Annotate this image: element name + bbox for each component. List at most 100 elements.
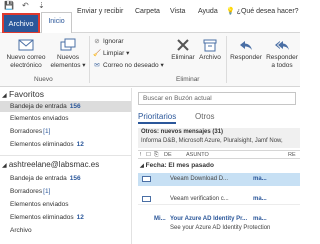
favorites-header[interactable]: ◢ Favoritos (2, 89, 44, 99)
group-label: Fecha: El mes pasado (145, 162, 214, 169)
folder-deleted[interactable]: Elementos eliminados 12 (10, 212, 130, 223)
folder-label: Archivo (10, 227, 32, 234)
folder-label: Borradores (10, 188, 43, 195)
clean-up-icon: 🧹 (93, 50, 102, 57)
divider (0, 155, 131, 156)
folder-favorites-inbox[interactable]: Bandeja de entrada 156 (0, 101, 131, 112)
folder-label: Elementos enviados (10, 201, 69, 208)
ribbon-separator (226, 36, 227, 83)
message-row[interactable]: Veeam Download D... ma... (138, 173, 300, 186)
envelope-icon (142, 176, 151, 182)
junk-icon: ✉ (94, 62, 100, 69)
message-row[interactable]: Mi... Your Azure AD Identity Pr... ma...… (138, 214, 300, 234)
new-items-button[interactable]: Nuevos elementos ▾ (50, 37, 86, 70)
tab-archivo[interactable]: Archivo (2, 13, 40, 34)
message-preview: See your Azure AD Identity Protection (170, 225, 271, 231)
new-items-label-1: Nuevos (56, 54, 80, 61)
reply-all-label-2: a todos (271, 62, 293, 69)
undo-icon[interactable]: ↶ (22, 1, 29, 10)
unread-count: 156 (69, 175, 81, 182)
folder-label: Bandeja de entrada (10, 175, 67, 182)
folder-sent[interactable]: Elementos enviados (10, 199, 130, 210)
icon-col-icon[interactable]: ☐ (146, 151, 151, 159)
message-received: ma... (253, 216, 267, 222)
group-label-nuevo: Nuevo (34, 76, 53, 83)
importance-col-icon[interactable]: ! (140, 151, 142, 159)
folder-archive[interactable]: Archivo (10, 225, 130, 236)
folder-inbox[interactable]: Bandeja de entrada 156 (10, 173, 130, 184)
reply-label: Responder (230, 54, 262, 61)
message-list-pane: Buscar en Buzón actual Prioritarios Otro… (133, 88, 300, 244)
lightbulb-icon: 💡 (226, 8, 235, 15)
save-icon[interactable]: 💾 (4, 1, 14, 10)
new-email-icon (18, 39, 34, 51)
tab-enviar-recibir[interactable]: Enviar y recibir (77, 5, 123, 19)
tab-vista[interactable]: Vista (170, 5, 185, 19)
date-group-header[interactable]: ◢ Fecha: El mes pasado (138, 161, 300, 171)
account-header[interactable]: ◢ ashtreelane@labsmac.es (2, 160, 99, 169)
draft-count: [1] (43, 188, 51, 195)
message-subject: Veeam Download D... (170, 176, 229, 182)
folder-favorites-drafts[interactable]: Borradores[1] (10, 126, 130, 137)
reply-all-icon (275, 41, 289, 50)
quick-access-more-icon[interactable]: ⇣ (38, 1, 45, 10)
unread-count: 156 (69, 103, 81, 110)
ribbon: Nuevo correo electrónico Nuevos elemento… (0, 33, 300, 87)
delete-label: Eliminar (171, 54, 195, 61)
junk-label: Correo no deseado ▾ (103, 62, 164, 69)
new-email-button[interactable]: Nuevo correo electrónico (4, 37, 48, 70)
column-from[interactable]: DE (164, 151, 172, 159)
tell-me-label: ¿Qué desea hacer? (236, 8, 299, 15)
new-items-label-2: elementos ▾ (50, 62, 86, 69)
tab-focused[interactable]: Prioritarios (138, 111, 177, 124)
tab-ayuda[interactable]: Ayuda (198, 5, 218, 19)
message-received: ma... (253, 196, 267, 202)
folder-drafts[interactable]: Borradores[1] (10, 186, 130, 197)
message-row[interactable]: Veeam verification c... ma... (138, 193, 300, 205)
folder-label: Elementos enviados (10, 115, 69, 122)
reply-all-button[interactable]: Responder a todos (264, 37, 300, 70)
search-input[interactable]: Buscar en Buzón actual (138, 92, 296, 105)
archive-button[interactable]: Archivo (196, 37, 224, 62)
favorites-label: Favoritos (9, 89, 44, 99)
attachment-col-icon[interactable]: ⎘ (154, 151, 158, 159)
collapse-chevron-icon: ◢ (2, 163, 7, 169)
new-email-label-1: Nuevo correo (6, 54, 46, 61)
clean-up-button[interactable]: 🧹 Limpiar ▾ (93, 49, 129, 59)
reply-icon (240, 41, 252, 50)
folder-pane: ◢ Favoritos Bandeja de entrada 156 Elemen… (0, 88, 132, 244)
column-received[interactable]: RE (288, 151, 296, 159)
unread-count: 12 (76, 141, 84, 148)
folder-label: Elementos eliminados (10, 214, 74, 221)
tab-inicio[interactable]: Inicio (41, 12, 72, 33)
column-subject[interactable]: ASUNTO (186, 151, 209, 159)
reply-button[interactable]: Responder (228, 37, 264, 62)
folder-favorites-sent[interactable]: Elementos enviados (10, 113, 130, 124)
delete-button[interactable]: Eliminar (168, 37, 198, 62)
draft-count: [1] (43, 128, 51, 135)
junk-button[interactable]: ✉ Correo no deseado ▾ (93, 61, 164, 71)
clean-up-label: Limpiar ▾ (103, 50, 130, 57)
folder-label: Bandeja de entrada (10, 103, 67, 110)
archive-icon (203, 39, 217, 52)
tell-me-search[interactable]: 💡 ¿Qué desea hacer? (226, 5, 299, 19)
banner-senders: Informa D&B, Microsoft Azure, Pluralsigh… (141, 138, 283, 144)
folder-label: Borradores (10, 128, 43, 135)
new-email-label-2: electrónico (10, 62, 42, 69)
new-items-icon (60, 38, 76, 51)
message-sender: Mi... (154, 216, 166, 222)
folder-favorites-deleted[interactable]: Elementos eliminados 12 (10, 139, 130, 150)
other-messages-banner[interactable]: Otros: nuevos mensajes (31) Informa D&B,… (138, 128, 300, 148)
ignore-icon: ⊘ (94, 38, 100, 45)
reply-all-label-1: Responder (266, 54, 298, 61)
delete-icon (177, 39, 189, 51)
message-received: ma... (253, 176, 267, 182)
account-label: ashtreelane@labsmac.es (8, 160, 100, 169)
tab-carpeta[interactable]: Carpeta (135, 5, 160, 19)
group-label-eliminar: Eliminar (176, 76, 200, 83)
folder-label: Elementos eliminados (10, 141, 74, 148)
ignore-button[interactable]: ⊘ Ignorar (93, 37, 124, 47)
tab-other[interactable]: Otros (195, 111, 215, 122)
archive-label: Archivo (199, 54, 221, 61)
ignore-label: Ignorar (103, 38, 124, 45)
